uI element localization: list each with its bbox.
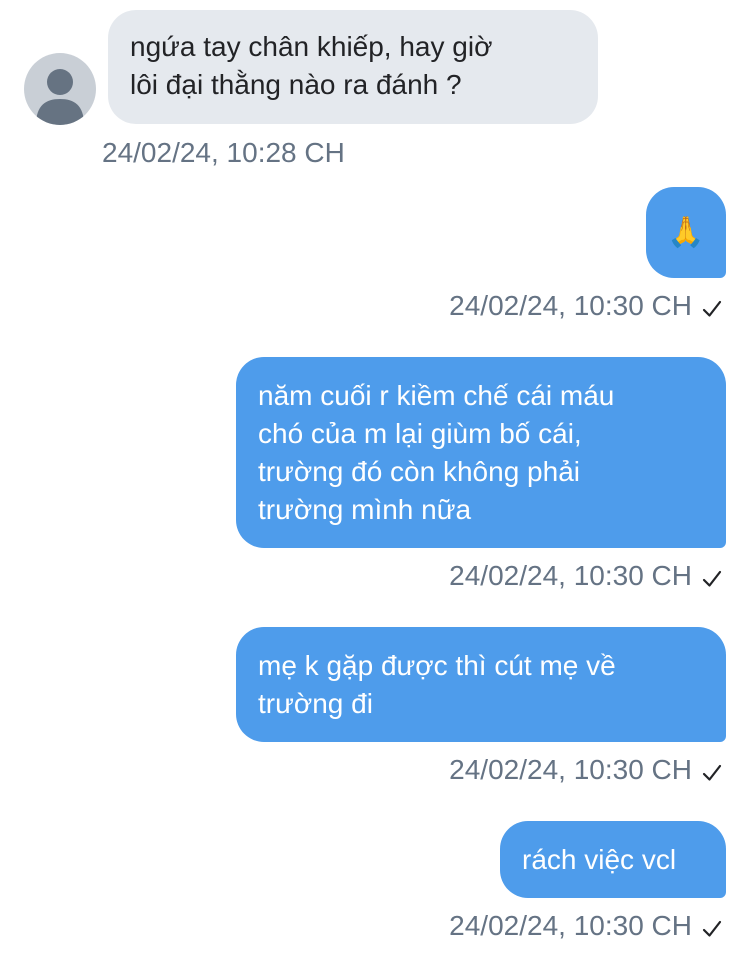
message-timestamp: 24/02/24, 10:30 CH [449, 753, 722, 787]
outgoing-message-bubble[interactable]: 🙏 [646, 187, 726, 278]
outgoing-message-bubble[interactable]: năm cuối r kiềm chế cái máu chó của m lạ… [236, 357, 726, 548]
outgoing-message-bubble[interactable]: rách việc vcl [500, 821, 726, 898]
check-icon [702, 570, 722, 587]
check-icon [702, 764, 722, 781]
message-timestamp: 24/02/24, 10:30 CH [449, 289, 722, 323]
check-icon [702, 300, 722, 317]
timestamp-text: 24/02/24, 10:28 CH [102, 137, 345, 168]
message-timestamp: 24/02/24, 10:28 CH [102, 136, 345, 170]
message-timestamp: 24/02/24, 10:30 CH [449, 909, 722, 943]
timestamp-text: 24/02/24, 10:30 CH [449, 290, 692, 321]
timestamp-text: 24/02/24, 10:30 CH [449, 910, 692, 941]
contact-avatar[interactable] [24, 53, 96, 125]
incoming-message-bubble[interactable]: ngứa tay chân khiếp, hay giờ lôi đại thằ… [108, 10, 598, 124]
timestamp-text: 24/02/24, 10:30 CH [449, 754, 692, 785]
check-icon [702, 920, 722, 937]
message-timestamp: 24/02/24, 10:30 CH [449, 559, 722, 593]
timestamp-text: 24/02/24, 10:30 CH [449, 560, 692, 591]
person-icon [36, 69, 84, 125]
outgoing-message-bubble[interactable]: mẹ k gặp được thì cút mẹ về trường đi [236, 627, 726, 742]
